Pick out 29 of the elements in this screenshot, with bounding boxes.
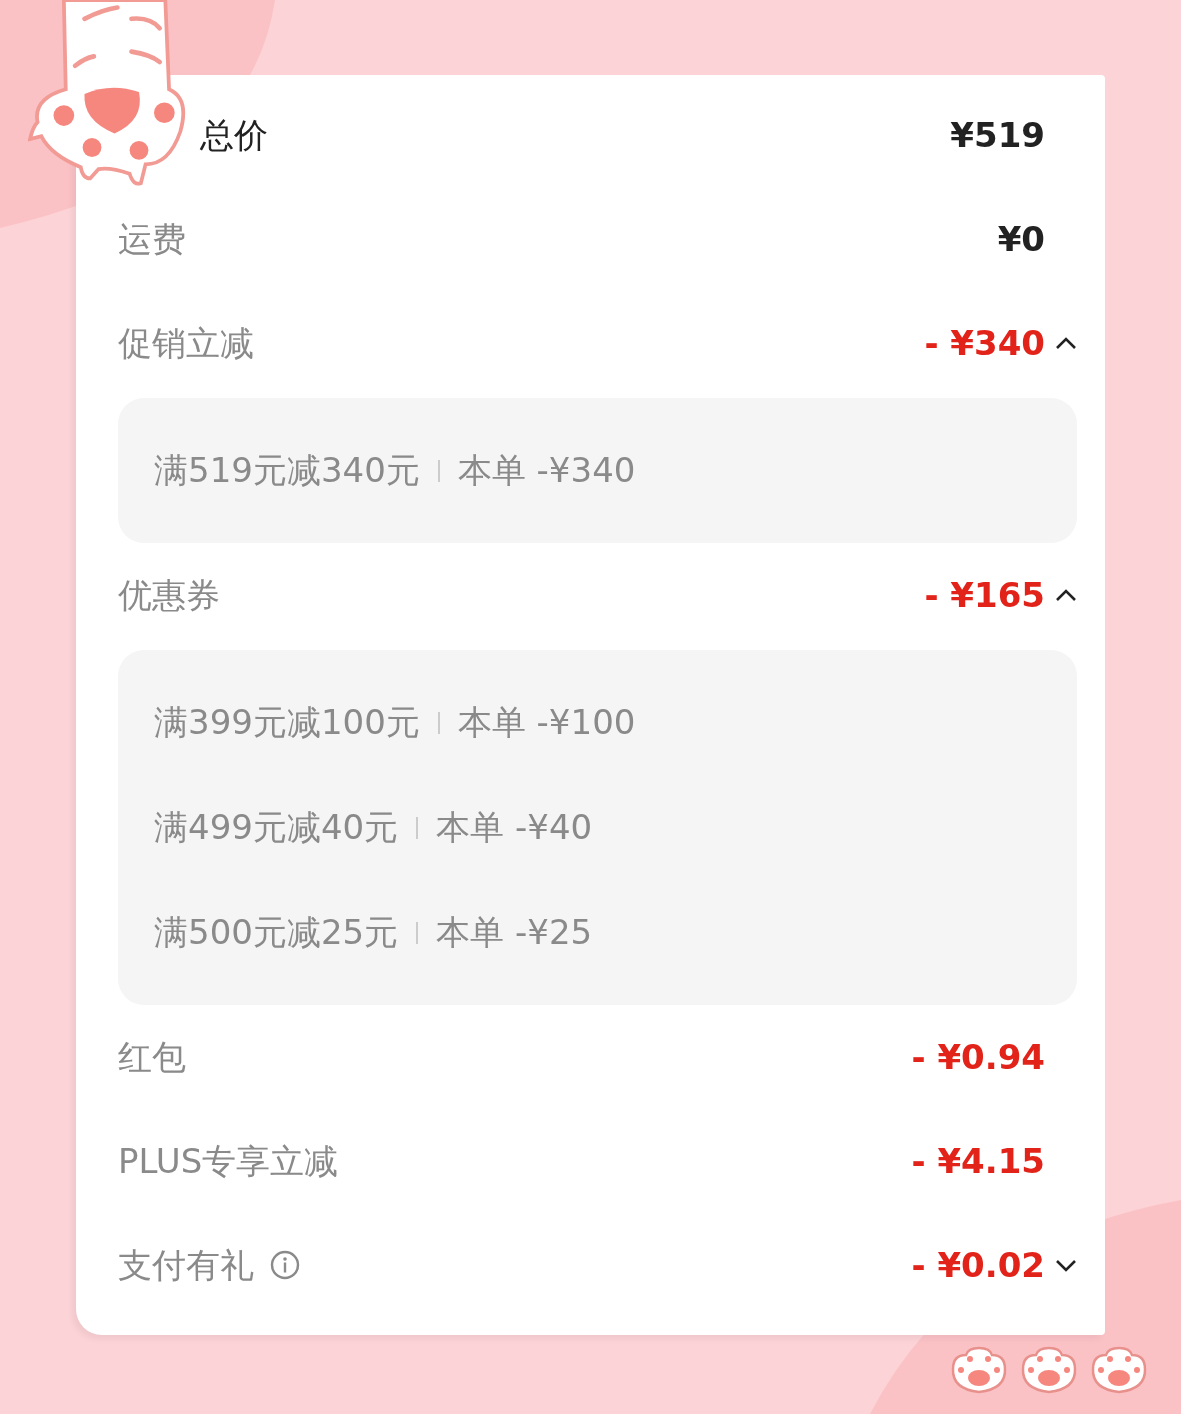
paw-print-icon	[1090, 1345, 1148, 1395]
price-amount: - ¥0.94	[911, 1035, 1045, 1079]
order-discount: 本单 -¥25	[436, 911, 593, 954]
price-label: PLUS专享立减	[118, 1139, 339, 1183]
price-label: 红包	[118, 1035, 186, 1079]
chevron-up-icon[interactable]	[1055, 587, 1077, 603]
price-amount: ¥519	[950, 113, 1045, 157]
discount-rule: 满499元减40元	[154, 806, 399, 849]
price-label: 运费	[118, 217, 186, 261]
price-label: 优惠券	[118, 573, 220, 617]
price-amount: - ¥340	[924, 321, 1045, 365]
paw-print-icon	[950, 1345, 1008, 1395]
discount-rule: 满519元减340元	[154, 449, 420, 492]
price-amount: - ¥165	[924, 573, 1045, 617]
price-amount: - ¥0.02	[911, 1243, 1045, 1287]
order-discount: 本单 -¥100	[457, 701, 636, 744]
paw-print-icon	[1020, 1345, 1078, 1395]
price-amount: ¥0	[997, 217, 1045, 261]
price-label: 促销立减	[118, 321, 254, 365]
price-label: 总价	[200, 113, 268, 157]
price-amount: - ¥4.15	[911, 1139, 1045, 1183]
order-discount: 本单 -¥40	[436, 806, 593, 849]
chevron-down-icon[interactable]	[1055, 1257, 1077, 1273]
discount-rule: 满500元减25元	[154, 911, 399, 954]
order-discount: 本单 -¥340	[457, 449, 636, 492]
discount-rule: 满399元减100元	[154, 701, 420, 744]
chevron-up-icon[interactable]	[1055, 335, 1077, 351]
info-icon[interactable]	[270, 1250, 300, 1280]
price-label: 支付有礼	[118, 1243, 254, 1287]
